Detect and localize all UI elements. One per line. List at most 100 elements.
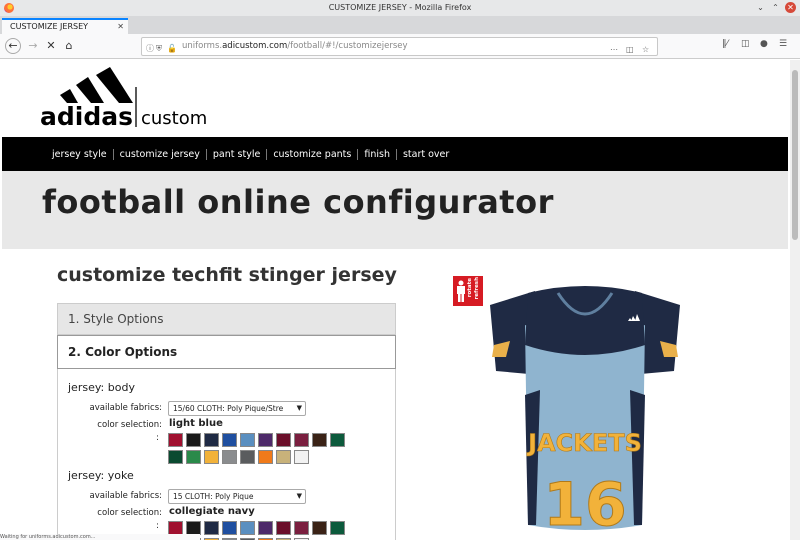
body-swatch-grid <box>168 433 345 464</box>
body-color-name: light blue <box>169 418 223 429</box>
tab-label: CUSTOMIZE JERSEY <box>10 22 89 31</box>
color-swatch[interactable] <box>294 433 309 447</box>
color-swatch[interactable] <box>276 433 291 447</box>
url-host: adicustom.com <box>222 41 288 51</box>
color-swatch[interactable] <box>312 433 327 447</box>
accordion-style-options[interactable]: 1. Style Options <box>57 303 396 335</box>
window-controls: ⌄ ⌃ ✕ <box>755 2 796 13</box>
body-fabric-select[interactable]: 15/60 CLOTH: Poly Pique/Stre ▼ <box>168 401 306 416</box>
hero-banner: football online configurator <box>2 171 788 249</box>
nav-start-over[interactable]: start over <box>397 149 455 160</box>
yoke-color-name: collegiate navy <box>169 506 255 517</box>
color-swatch[interactable] <box>258 521 273 535</box>
sidebar-icon[interactable]: ◫ <box>741 39 750 49</box>
tab-bar: CUSTOMIZE JERSEY ✕ + <box>0 16 800 47</box>
stop-loading-icon[interactable]: ✕ <box>43 38 59 54</box>
shield-icon[interactable]: ⛨ <box>156 40 162 57</box>
pocket-icon[interactable]: ◫ <box>626 41 634 58</box>
brand-name: adidas <box>40 102 133 127</box>
firefox-logo-icon <box>4 3 14 13</box>
colon-text: : <box>156 521 159 531</box>
yoke-fabric-select[interactable]: 15 CLOTH: Poly Pique ▼ <box>168 489 306 504</box>
info-icon[interactable]: ⓘ <box>146 40 154 57</box>
url-prefix: uniforms. <box>182 41 223 51</box>
account-icon[interactable]: ● <box>760 39 768 49</box>
nav-finish[interactable]: finish <box>358 148 397 160</box>
color-swatch[interactable] <box>186 433 201 447</box>
window-title: CUSTOMIZE JERSEY - Mozilla Firefox <box>328 3 472 12</box>
url-path: /football/#!/customizejersey <box>287 41 408 51</box>
minimize-icon[interactable]: ⌄ <box>755 2 766 13</box>
nav-customize-pants[interactable]: customize pants <box>267 148 359 160</box>
tab-customize-jersey[interactable]: CUSTOMIZE JERSEY ✕ <box>2 18 128 34</box>
color-swatch[interactable] <box>168 433 183 447</box>
color-swatch[interactable] <box>222 450 237 464</box>
bookmark-star-icon[interactable]: ☆ <box>642 41 649 58</box>
body-fabrics-label: available fabrics: <box>89 403 163 413</box>
nav-jersey-style[interactable]: jersey style <box>46 148 114 160</box>
forward-icon[interactable]: → <box>25 38 41 54</box>
chevron-down-icon: ▼ <box>296 492 302 500</box>
maximize-icon[interactable]: ⌃ <box>770 2 781 13</box>
color-options-panel: jersey: body available fabrics: 15/60 CL… <box>57 369 396 540</box>
window-titlebar: CUSTOMIZE JERSEY - Mozilla Firefox ⌄ ⌃ ✕ <box>0 0 800 16</box>
color-swatch[interactable] <box>294 521 309 535</box>
color-swatch[interactable] <box>258 433 273 447</box>
color-swatch[interactable] <box>276 521 291 535</box>
library-icon[interactable]: ‖⁄ <box>722 39 728 49</box>
color-swatch[interactable] <box>186 450 201 464</box>
color-swatch[interactable] <box>312 521 327 535</box>
scrollbar-thumb[interactable] <box>792 70 798 240</box>
color-swatch[interactable] <box>222 433 237 447</box>
body-fabric-value: 15/60 CLOTH: Poly Pique/Stre <box>173 404 284 413</box>
accordion-color-options[interactable]: 2. Color Options <box>57 335 396 369</box>
insecure-lock-icon[interactable]: 🔓 <box>167 40 177 57</box>
status-bar: Waiting for uniforms.adicustom.com... <box>0 534 200 540</box>
color-swatch[interactable] <box>330 521 345 535</box>
close-window-icon[interactable]: ✕ <box>785 2 796 13</box>
color-swatch[interactable] <box>204 521 219 535</box>
body-section-title: jersey: body <box>68 381 135 394</box>
color-swatch[interactable] <box>168 521 183 535</box>
jersey-preview: JACKETS 16 <box>490 286 680 535</box>
home-icon[interactable]: ⌂ <box>61 38 77 54</box>
color-swatch[interactable] <box>222 521 237 535</box>
yoke-fabric-value: 15 CLOTH: Poly Pique <box>173 492 254 501</box>
body-color-label: color selection: <box>97 420 162 430</box>
url-bar[interactable]: ⓘ ⛨ 🔓 uniforms.adicustom.com/football/#!… <box>141 37 658 56</box>
page-subtitle: customize techfit stinger jersey <box>57 264 397 286</box>
adidas-logo[interactable]: adidas custom <box>40 65 210 127</box>
close-tab-icon[interactable]: ✕ <box>117 20 124 33</box>
page-viewport: adidas custom jersey style customize jer… <box>0 60 790 540</box>
top-nav: jersey style customize jersey pant style… <box>2 137 788 171</box>
color-swatch[interactable] <box>258 450 273 464</box>
nav-toolbar: ← → ✕ ⌂ ⓘ ⛨ 🔓 uniforms.adicustom.com/foo… <box>0 34 800 59</box>
yoke-section-title: jersey: yoke <box>68 469 134 482</box>
color-swatch[interactable] <box>204 433 219 447</box>
jersey-number: 16 <box>543 470 627 535</box>
color-swatch[interactable] <box>168 450 183 464</box>
jersey-team-name: JACKETS <box>526 429 642 457</box>
back-icon[interactable]: ← <box>5 38 21 54</box>
chevron-down-icon: ▼ <box>296 404 302 412</box>
hero-title: football online configurator <box>42 183 554 221</box>
color-swatch[interactable] <box>276 450 291 464</box>
color-swatch[interactable] <box>240 450 255 464</box>
nav-customize-jersey[interactable]: customize jersey <box>114 148 207 160</box>
color-swatch[interactable] <box>204 450 219 464</box>
yoke-color-label: color selection: <box>97 508 162 518</box>
color-swatch[interactable] <box>330 433 345 447</box>
color-swatch[interactable] <box>240 433 255 447</box>
rotate-label: rotate <box>467 278 473 298</box>
color-swatch[interactable] <box>294 450 309 464</box>
colon-text: : <box>156 433 159 443</box>
rotate-refresh-button[interactable]: rotate refresh <box>453 276 483 306</box>
brand-suffix: custom <box>141 108 207 127</box>
yoke-fabrics-label: available fabrics: <box>89 491 163 501</box>
more-actions-icon[interactable]: ⋯ <box>610 41 618 58</box>
color-swatch[interactable] <box>186 521 201 535</box>
person-icon <box>457 280 465 302</box>
color-swatch[interactable] <box>240 521 255 535</box>
nav-pant-style[interactable]: pant style <box>207 148 268 160</box>
menu-icon[interactable]: ☰ <box>779 39 787 49</box>
